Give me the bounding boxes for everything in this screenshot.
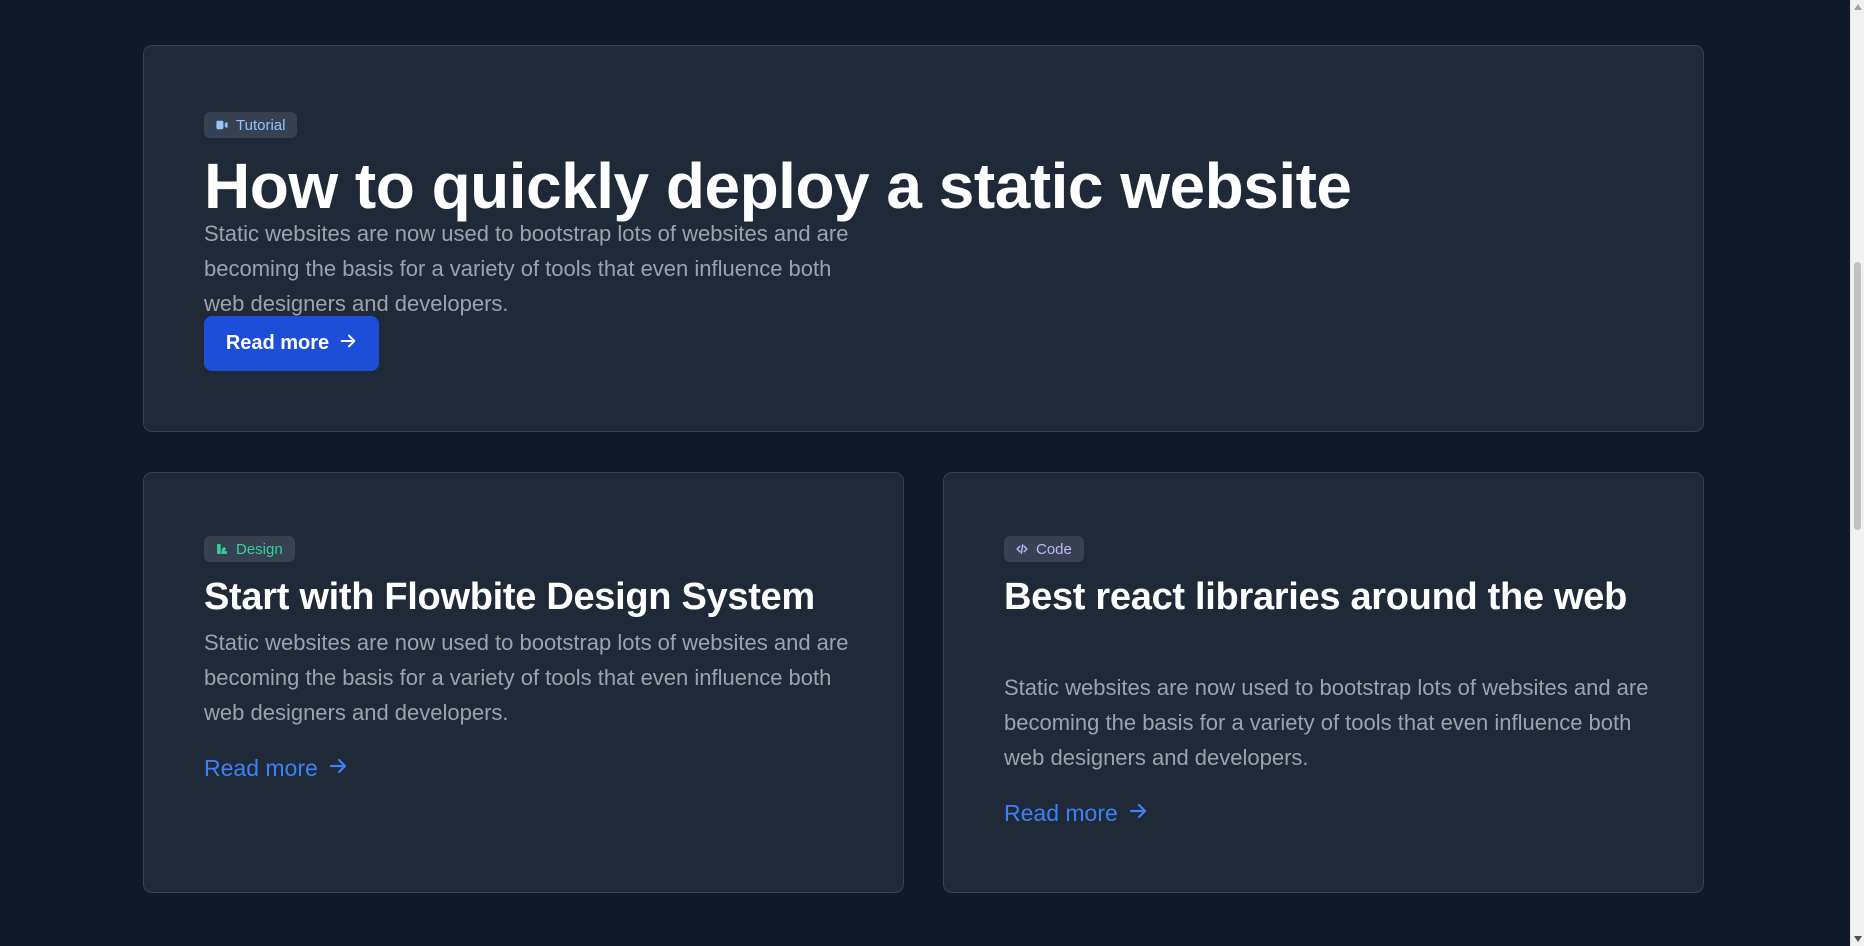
scroll-down-arrow-icon[interactable]: [1851, 932, 1864, 946]
arrow-right-icon: [1128, 800, 1148, 827]
blog-page: Tutorial How to quickly deploy a static …: [0, 0, 1864, 946]
read-more-label: Read more: [204, 755, 318, 781]
article-card: Code Best react libraries around the web…: [943, 472, 1704, 893]
video-camera-icon: [215, 118, 229, 132]
vertical-scrollbar[interactable]: [1850, 0, 1864, 946]
design-icon: [215, 542, 229, 556]
badge-label: Code: [1036, 540, 1072, 558]
article-description: Static websites are now used to bootstra…: [204, 630, 849, 725]
article-card: Design Start with Flowbite Design System…: [143, 472, 904, 893]
read-more-label: Read more: [225, 332, 330, 354]
code-icon: [1015, 542, 1029, 556]
scrollbar-thumb[interactable]: [1854, 262, 1861, 530]
read-more-link[interactable]: Read more: [204, 755, 348, 782]
article-title[interactable]: Best react libraries around the web: [1004, 575, 1654, 620]
featured-article-card: Tutorial How to quickly deploy a static …: [143, 45, 1704, 432]
article-title[interactable]: Start with Flowbite Design System: [204, 575, 854, 620]
arrow-right-icon: [339, 332, 357, 356]
article-description: Static websites are now used to bootstra…: [1004, 675, 1649, 770]
read-more-label: Read more: [1004, 800, 1118, 826]
scroll-up-arrow-icon[interactable]: [1851, 0, 1864, 14]
arrow-right-icon: [328, 755, 348, 782]
badge-label: Design: [236, 540, 283, 558]
article-description: Static websites are now used to bootstra…: [204, 221, 849, 316]
read-more-link[interactable]: Read more: [1004, 800, 1148, 827]
tutorial-badge: Tutorial: [204, 112, 298, 138]
code-badge: Code: [1004, 536, 1084, 562]
badge-label: Tutorial: [236, 116, 286, 134]
read-more-button[interactable]: Read more: [204, 316, 379, 371]
design-badge: Design: [204, 536, 295, 562]
article-title[interactable]: How to quickly deploy a static website: [204, 148, 1352, 224]
